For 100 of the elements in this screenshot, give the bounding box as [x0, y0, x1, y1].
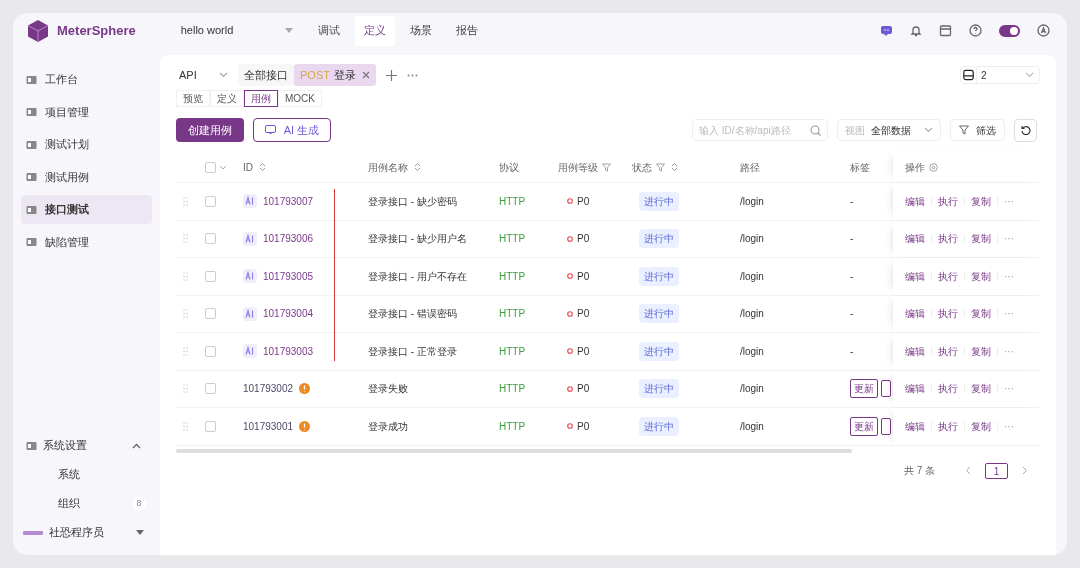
status-tag: 进行中	[639, 304, 679, 324]
project-select[interactable]: hello world	[180, 22, 293, 39]
case-id-link[interactable]: 101793005	[263, 268, 314, 284]
view-tab[interactable]: MOCK	[278, 90, 322, 107]
table-cell-text: -	[850, 307, 854, 322]
nav-tab[interactable]: 报告	[446, 15, 487, 46]
module-icon	[26, 237, 37, 247]
caret-icon	[136, 530, 144, 535]
row-action-link[interactable]: 复制	[971, 418, 991, 434]
nav-tab[interactable]: 场景	[400, 15, 441, 46]
user-menu[interactable]: 社恐程序员	[21, 518, 152, 547]
drag-handle-icon	[183, 309, 188, 319]
case-id-link[interactable]: 101793001	[243, 418, 294, 434]
sort-icon	[414, 162, 421, 172]
case-id-link[interactable]: 101793007	[263, 193, 314, 209]
priority-dot-icon	[567, 273, 573, 280]
sidebar-subitem[interactable]: 组织 8	[21, 489, 152, 518]
case-id-link[interactable]: 101793002	[243, 381, 294, 397]
row-checkbox[interactable]	[205, 383, 216, 395]
row-action-link[interactable]: 编辑	[905, 268, 925, 284]
table-cell-text: HTTP	[499, 382, 526, 397]
case-id-link[interactable]: 101793006	[263, 231, 314, 247]
view-tab[interactable]: 定义	[210, 90, 244, 107]
document-tab[interactable]: 全部接口	[238, 64, 294, 86]
row-action-link[interactable]: 执行	[938, 381, 958, 397]
row-action-link[interactable]: 编辑	[905, 193, 925, 209]
case-id-link[interactable]: 101793004	[263, 306, 314, 322]
view-label: 视图	[845, 123, 865, 138]
ai-badge-icon	[243, 194, 257, 209]
row-action-link[interactable]: 编辑	[905, 418, 925, 434]
sidebar-item[interactable]: 项目管理	[21, 97, 152, 127]
module-select[interactable]: API	[176, 66, 238, 84]
translate-icon	[1037, 24, 1050, 37]
column-header: 路径	[740, 160, 760, 175]
horizontal-scrollbar[interactable]	[176, 448, 852, 453]
priority-dot-icon	[567, 348, 573, 355]
row-checkbox[interactable]	[205, 233, 216, 245]
row-action-link[interactable]: 执行	[938, 193, 958, 209]
module-icon	[26, 204, 37, 215]
sidebar-subitem[interactable]: 系统	[21, 460, 152, 489]
row-action-link[interactable]: 编辑	[905, 343, 925, 359]
sidebar-item[interactable]: 工作台	[21, 65, 152, 94]
refresh-button[interactable]	[1014, 118, 1037, 142]
row-action-link[interactable]: 执行	[938, 343, 958, 359]
chevron-up-icon	[132, 442, 141, 449]
table-cell-text: P0	[577, 419, 590, 434]
sidebar-group[interactable]: 系统设置	[21, 431, 152, 460]
row-checkbox[interactable]	[205, 195, 216, 207]
row-checkbox[interactable]	[205, 420, 216, 432]
row-checkbox[interactable]	[205, 308, 216, 320]
column-header: ID	[243, 160, 253, 175]
select-all-checkbox[interactable]	[205, 161, 216, 173]
version-select[interactable]: 2	[960, 66, 1040, 84]
row-action-link[interactable]: 复制	[971, 306, 991, 322]
drag-handle-icon	[183, 384, 188, 394]
row-checkbox[interactable]	[205, 345, 216, 357]
drag-handle-icon	[183, 234, 188, 244]
filter-button[interactable]: 筛选	[950, 119, 1005, 141]
sidebar-item[interactable]: 测试用例	[21, 162, 152, 192]
row-action-link[interactable]: 执行	[938, 306, 958, 322]
view-select[interactable]: 视图 全部数据	[837, 119, 941, 141]
search-field[interactable]: 输入 ID/名称/api路径	[692, 119, 828, 141]
nav-tab[interactable]: 调试	[308, 15, 349, 46]
status-tag: 进行中	[639, 379, 679, 399]
row-action-link[interactable]: 复制	[971, 343, 991, 359]
row-action-link[interactable]: 执行	[938, 268, 958, 284]
priority-dot-icon	[567, 235, 573, 242]
create-case-button[interactable]: 创建用例	[176, 118, 244, 142]
row-action-link[interactable]: 执行	[938, 231, 958, 247]
row-action-link[interactable]: 复制	[971, 381, 991, 397]
page-button[interactable]: 1	[985, 462, 1008, 479]
view-tab[interactable]: 用例	[244, 90, 278, 107]
column-header: 标签	[850, 160, 870, 175]
row-action-link[interactable]: 复制	[971, 193, 991, 209]
column-header: 操作	[905, 160, 925, 175]
plus-icon	[385, 69, 397, 81]
bell-icon	[910, 24, 922, 37]
row-action-link[interactable]: 编辑	[905, 306, 925, 322]
ai-badge-icon	[243, 306, 257, 321]
row-action-link[interactable]: 编辑	[905, 231, 925, 247]
view-tab[interactable]: 预览	[176, 90, 210, 107]
row-checkbox[interactable]	[205, 270, 216, 282]
close-icon	[361, 71, 370, 79]
row-action-link[interactable]: 复制	[971, 268, 991, 284]
row-action-link[interactable]: 执行	[938, 418, 958, 434]
sidebar-item[interactable]: 缺陷管理	[21, 227, 152, 257]
row-action-link[interactable]: 编辑	[905, 381, 925, 397]
case-id-link[interactable]: 101793003	[263, 343, 314, 359]
row-action-link[interactable]: 复制	[971, 231, 991, 247]
theme-toggle[interactable]	[999, 24, 1020, 37]
table-cell-text: 登录失败	[368, 382, 408, 397]
sidebar-item[interactable]: 测试计划	[21, 130, 152, 159]
ai-generate-button[interactable]: AI 生成	[253, 118, 331, 142]
document-tab[interactable]: POST 登录	[294, 64, 376, 86]
refresh-icon	[1020, 125, 1031, 135]
nav-tab[interactable]: 定义	[354, 15, 395, 46]
table-cell-text: P0	[577, 269, 590, 284]
tag-label: 更新	[850, 416, 878, 436]
table-cell-text: /login	[740, 307, 764, 322]
sidebar-item[interactable]: 接口测试	[21, 195, 152, 224]
